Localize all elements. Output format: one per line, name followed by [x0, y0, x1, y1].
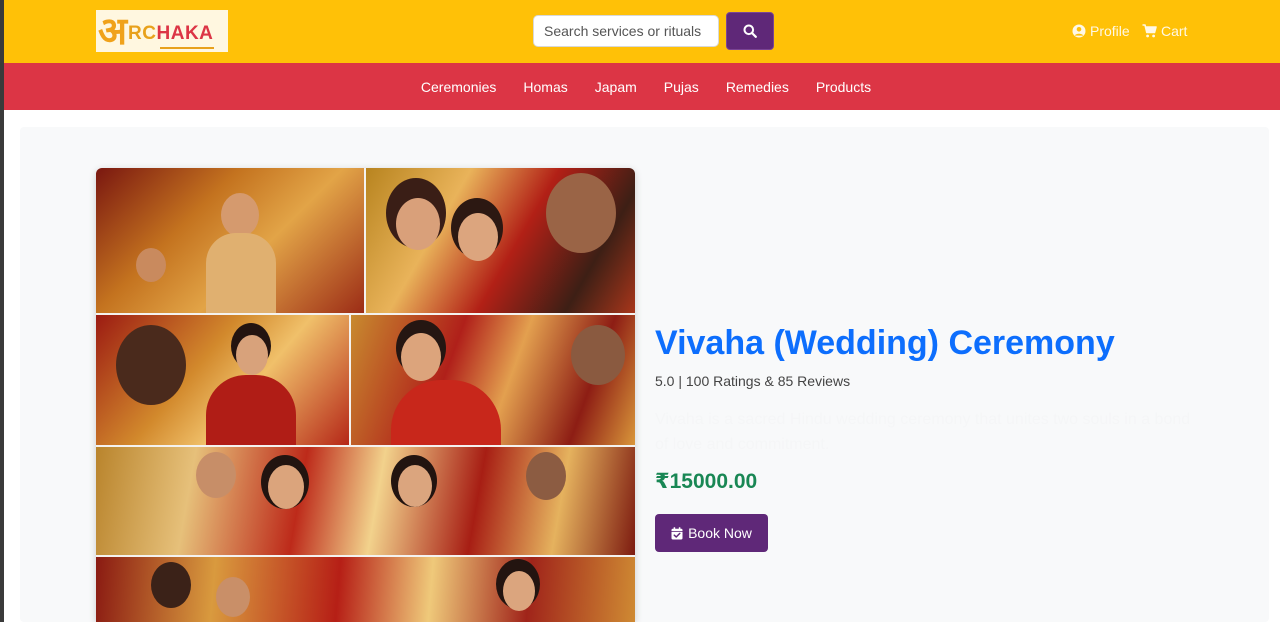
product-price: ₹15000.00 [655, 470, 758, 493]
ceremony-image-collage [96, 168, 635, 622]
search-icon [743, 24, 757, 38]
product-description: Vivaha is a sacred Hindu wedding ceremon… [655, 411, 1191, 453]
logo-text-haka: HAKA [156, 23, 214, 44]
ceremony-photo-1 [96, 168, 364, 313]
nav-item-japam[interactable]: Japam [595, 79, 637, 95]
archaka-logo[interactable]: अ RCHAKA [96, 10, 228, 52]
nav-item-remedies[interactable]: Remedies [726, 79, 789, 95]
search-input[interactable] [533, 15, 719, 47]
calendar-check-icon [671, 526, 683, 539]
ceremony-photo-2 [366, 168, 635, 313]
ceremony-photo-3 [96, 315, 349, 445]
search-button[interactable] [726, 12, 774, 50]
rating-summary: 5.0 | 100 Ratings & 85 Reviews [655, 373, 851, 389]
nav-list: Ceremonies Homas Japam Pujas Remedies Pr… [413, 79, 871, 95]
nav-item-products[interactable]: Products [816, 79, 871, 95]
logo-underline [160, 47, 214, 49]
profile-label: Profile [1090, 23, 1130, 39]
cart-label: Cart [1161, 23, 1188, 39]
main-nav: Ceremonies Homas Japam Pujas Remedies Pr… [4, 63, 1280, 110]
cart-icon [1142, 24, 1157, 38]
book-now-button[interactable]: Book Now [655, 514, 768, 552]
profile-link[interactable]: Profile [1072, 22, 1130, 40]
logo-glyph: अ [98, 9, 128, 53]
nav-item-pujas[interactable]: Pujas [664, 79, 699, 95]
cart-link[interactable]: Cart [1142, 22, 1187, 40]
window-edge [0, 0, 4, 622]
user-circle-icon [1072, 24, 1086, 38]
ceremony-photo-5 [96, 447, 635, 555]
book-now-label: Book Now [688, 525, 752, 541]
nav-item-homas[interactable]: Homas [523, 79, 567, 95]
logo-text-rc: RC [128, 23, 157, 44]
nav-item-ceremonies[interactable]: Ceremonies [421, 79, 496, 95]
ceremony-photo-4 [351, 315, 635, 445]
ceremony-photo-6 [96, 557, 635, 622]
top-header: अ RCHAKA Profile Cart [4, 0, 1280, 63]
logo-text: RCHAKA [128, 23, 213, 45]
product-title: Vivaha (Wedding) Ceremony [655, 324, 1115, 362]
